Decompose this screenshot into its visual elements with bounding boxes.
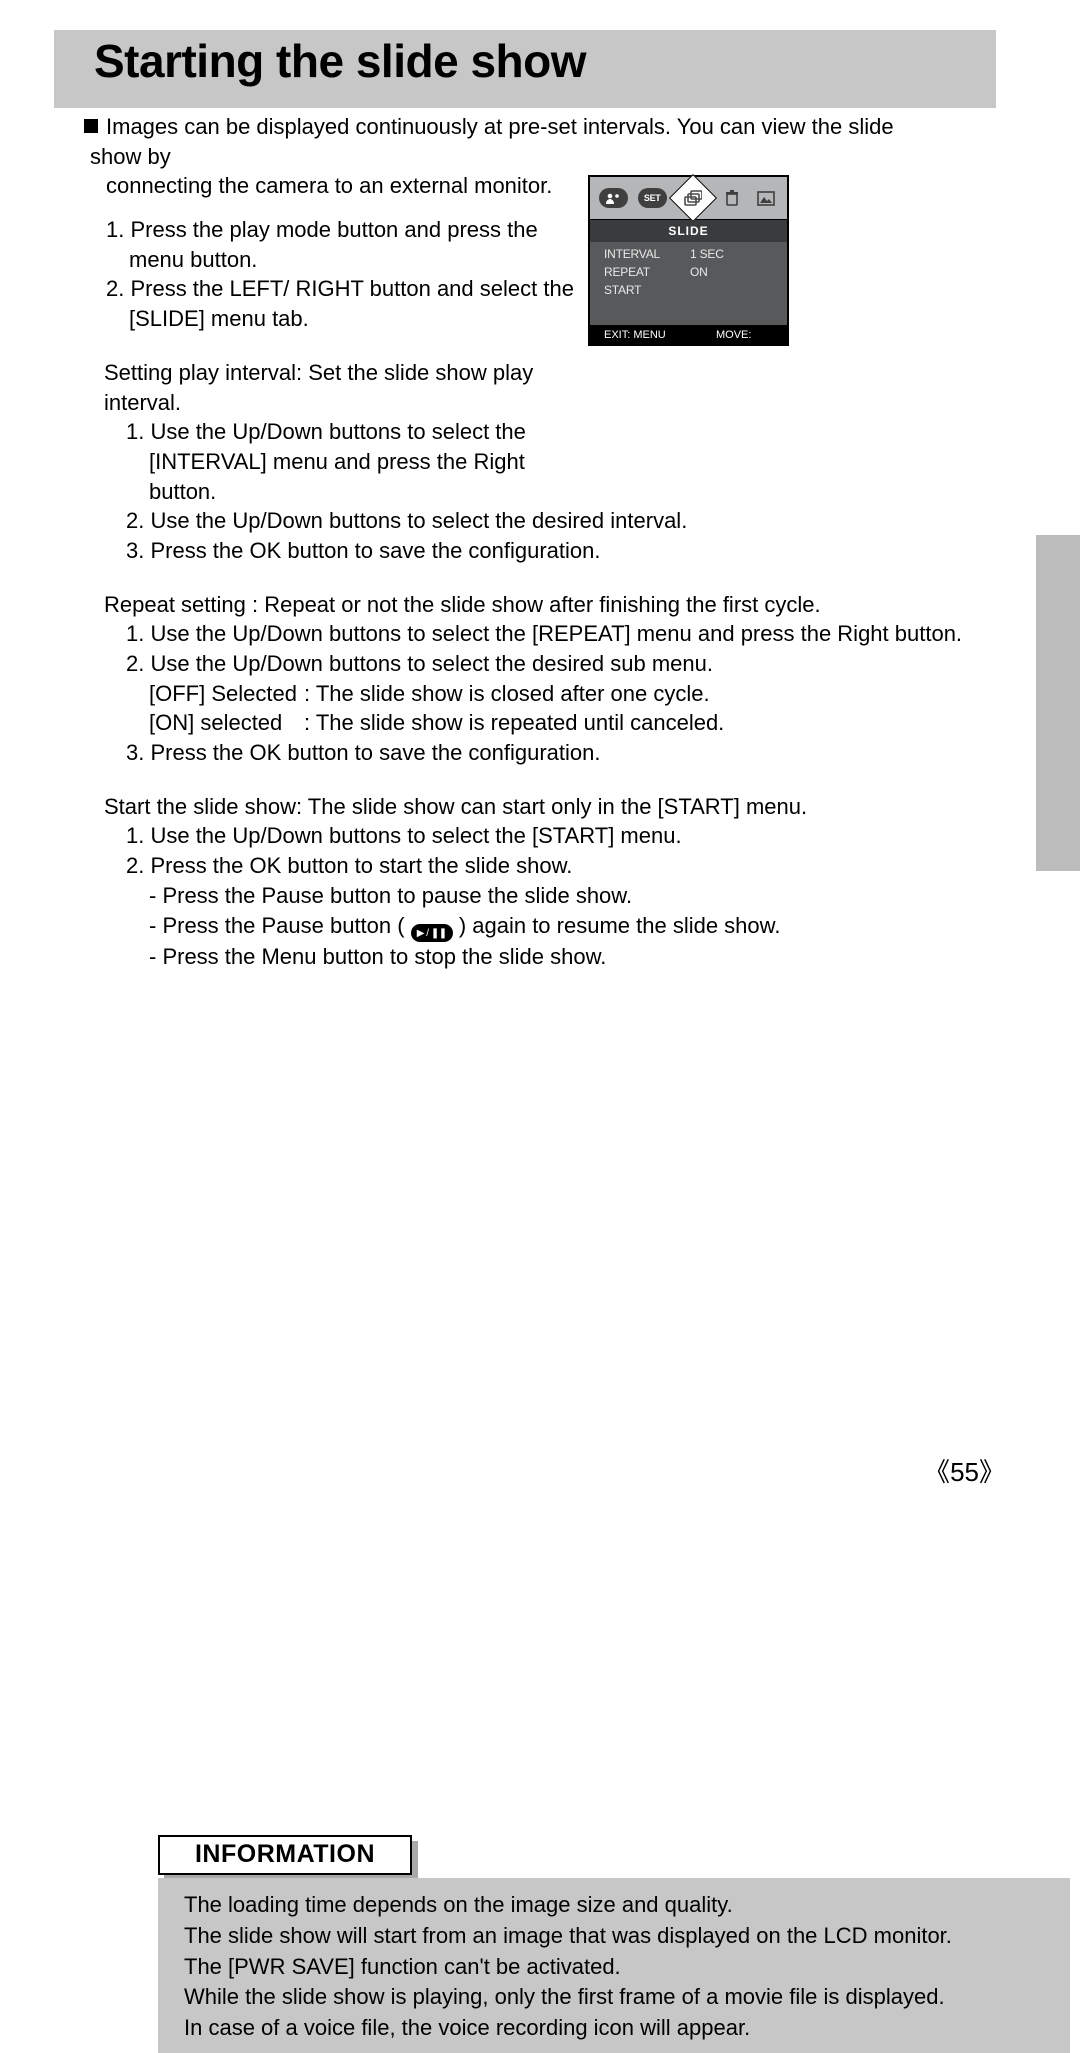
option-on: [ON] selected : The slide show is repeat… (126, 708, 1004, 738)
step-text: 2. Use the Up/Down buttons to select the… (126, 649, 1004, 679)
footer-move: MOVE: (716, 329, 751, 341)
panel-footer: EXIT: MENU MOVE: (590, 325, 787, 344)
panel-rows: INTERVAL 1 SEC REPEAT ON START (590, 242, 787, 299)
substep-text: - Press the Pause button to pause the sl… (126, 881, 1004, 911)
section-heading: Repeat setting : Repeat or not the slide… (104, 590, 1004, 620)
menu-tab-delete-icon (720, 186, 744, 210)
section-tab (1036, 535, 1080, 871)
menu-tab-user-icon (599, 188, 628, 208)
info-body: The loading time depends on the image si… (184, 1890, 1054, 2044)
info-header: INFORMATION (158, 1835, 412, 1875)
intro-line1: Images can be displayed continuously at … (90, 114, 894, 169)
menu-tab-picture-icon (754, 186, 778, 210)
row-value: 1 SEC (690, 247, 724, 261)
step-text: 1. Use the Up/Down buttons to select the… (126, 417, 574, 506)
camera-menu-panel: SET SLIDE INTERVAL 1 SEC REPEAT ON (588, 175, 789, 346)
menu-tab-slide-active (669, 174, 717, 222)
row-label: REPEAT (604, 265, 690, 279)
option-label: [ON] selected (149, 708, 304, 738)
slide-stack-icon (684, 190, 702, 206)
panel-row-start: START (590, 281, 787, 299)
page-number: 《55》 (924, 1452, 1005, 1489)
page: Starting the slide show Images can be di… (0, 0, 1080, 1585)
section-heading: Setting play interval: Set the slide sho… (104, 358, 574, 417)
substep-text: - Press the Menu button to stop the slid… (126, 942, 1004, 972)
interval-section: Setting play interval: Set the slide sho… (104, 358, 574, 506)
substep-text: - Press the Pause button ( ▶ / ❚❚ ) agai… (126, 911, 1004, 943)
section-heading: Start the slide show: The slide show can… (104, 792, 1004, 822)
step-text: 3. Press the OK button to save the confi… (126, 536, 1004, 566)
section-tab-gap (1036, 531, 1080, 535)
panel-row-repeat: REPEAT ON (590, 263, 787, 281)
body: Images can be displayed continuously at … (84, 112, 1004, 1219)
row-label: START (604, 283, 690, 297)
pause-post: ) again to resume the slide show. (453, 913, 781, 938)
step-text: 1. Use the Up/Down buttons to select the… (126, 619, 1004, 649)
page-title: Starting the slide show (94, 34, 586, 88)
page-number-value: 55 (950, 1457, 979, 1487)
panel-title: SLIDE (590, 220, 787, 242)
step-text: 1. Press the play mode button and press … (106, 215, 576, 274)
info-line: The [PWR SAVE] function can't be activat… (184, 1952, 1054, 1983)
pause-pre: - Press the Pause button ( (149, 913, 411, 938)
bullet-square-icon (84, 119, 98, 133)
start-section: Start the slide show: The slide show can… (104, 792, 1004, 972)
step-text: 2. Press the OK button to start the slid… (126, 851, 1004, 881)
option-label: [OFF] Selected (149, 679, 304, 709)
step-text: 3. Press the OK button to save the confi… (126, 738, 1004, 768)
panel-row-interval: INTERVAL 1 SEC (590, 245, 787, 263)
menu-tabs: SET (590, 177, 787, 220)
repeat-section: Repeat setting : Repeat or not the slide… (104, 590, 1004, 768)
row-value: ON (690, 265, 708, 279)
row-label: INTERVAL (604, 247, 690, 261)
option-desc: : The slide show is closed after one cyc… (304, 679, 710, 709)
info-line: The slide show will start from an image … (184, 1921, 1054, 1952)
option-desc: : The slide show is repeated until cance… (304, 708, 724, 738)
info-line: While the slide show is playing, only th… (184, 1982, 1054, 2013)
step-text: 1. Use the Up/Down buttons to select the… (126, 821, 1004, 851)
info-line: The loading time depends on the image si… (184, 1890, 1054, 1921)
step-text: 2. Press the LEFT/ RIGHT button and sele… (106, 274, 576, 333)
option-off: [OFF] Selected : The slide show is close… (126, 679, 1004, 709)
steps-top: 1. Press the play mode button and press … (106, 215, 576, 334)
footer-exit: EXIT: MENU (590, 329, 716, 341)
menu-tab-set: SET (638, 188, 667, 208)
step-text: 2. Use the Up/Down buttons to select the… (126, 506, 1004, 536)
information-box: INFORMATION The loading time depends on … (158, 1835, 1070, 2052)
info-line: In case of a voice file, the voice recor… (184, 2013, 1054, 2044)
play-pause-icon: ▶ / ❚❚ (411, 924, 453, 942)
